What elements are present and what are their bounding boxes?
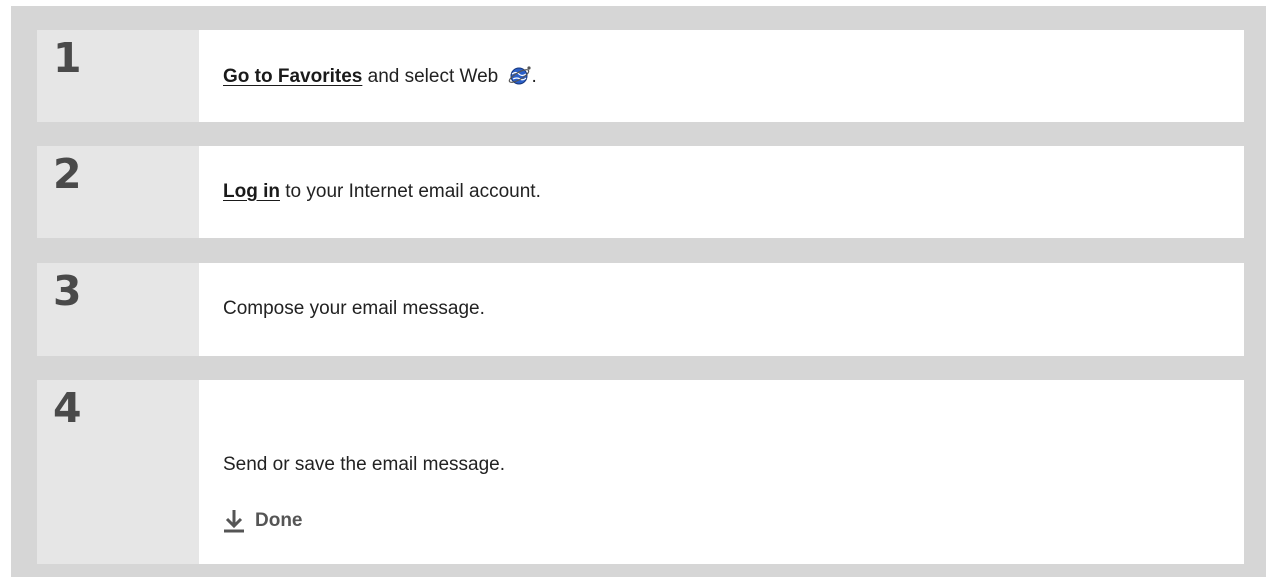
step-instruction: Send or save the email message.: [223, 454, 505, 475]
step-text-period: .: [531, 66, 537, 87]
go-to-favorites-link[interactable]: Go to Favorites: [223, 66, 362, 87]
step-number-cell: 3: [37, 263, 199, 356]
step-1: 1 Go to Favorites and select Web .: [37, 30, 1244, 122]
step-text: and select Web: [362, 66, 504, 87]
step-instruction: Compose your email message.: [223, 298, 485, 319]
step-instruction: Log in to your Internet email account.: [223, 181, 541, 203]
step-text-cell: Go to Favorites and select Web .: [199, 30, 1244, 122]
step-number-cell: 4: [37, 380, 199, 564]
step-2: 2 Log in to your Internet email account.: [37, 146, 1244, 238]
step-number: 3: [53, 267, 82, 315]
step-number: 2: [53, 150, 82, 198]
step-number: 4: [53, 384, 82, 432]
step-number-cell: 2: [37, 146, 199, 238]
done-indicator: Done: [223, 509, 303, 533]
steps-panel: 1 Go to Favorites and select Web . 2 Log…: [11, 6, 1266, 577]
web-globe-icon: [508, 65, 532, 91]
log-in-link[interactable]: Log in: [223, 181, 280, 202]
step-3: 3 Compose your email message.: [37, 263, 1244, 356]
step-number-cell: 1: [37, 30, 199, 122]
down-arrow-icon: [224, 510, 244, 533]
step-text: to your Internet email account.: [279, 181, 541, 202]
step-text-cell: Compose your email message.: [199, 263, 1244, 356]
step-text-cell: Log in to your Internet email account.: [199, 146, 1244, 238]
done-label: Done: [255, 510, 303, 531]
step-4: 4 Send or save the email message. Done: [37, 380, 1244, 564]
step-instruction: Go to Favorites and select Web .: [223, 65, 537, 91]
step-text-cell: Send or save the email message. Done: [199, 380, 1244, 564]
step-number: 1: [53, 34, 82, 82]
